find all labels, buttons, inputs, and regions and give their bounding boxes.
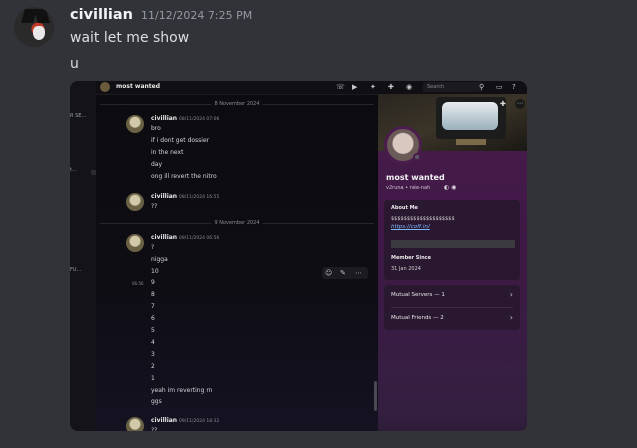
profile-icon: ◉ (406, 83, 413, 91)
channel-list-strip: R SE... t... FU... (70, 81, 96, 431)
about-text: $$$$$$$$$$$$$$$$$$$$ (391, 216, 455, 222)
chat-line: 8 (151, 291, 155, 298)
username[interactable]: civillian (70, 7, 133, 23)
mutual-friends-row: Mutual Friends — 2 › (384, 308, 520, 330)
channel-topbar: most wanted ☏ ▶ ✦ ✚ ◉ Search ⚲ ▭ ? (96, 81, 527, 95)
date-divider: 8 November 2024 (96, 99, 378, 109)
cat-ear-right (34, 9, 50, 23)
search-icon: ⚲ (479, 83, 485, 91)
chat-line: nigga (151, 256, 168, 263)
channel-label: R SE... (70, 113, 87, 119)
channel-label: FU... (70, 267, 82, 273)
about-card: About Me $$$$$$$$$$$$$$$$$$$$ https://co… (384, 200, 520, 280)
message-line: u (70, 56, 79, 72)
chat-line: 10 (151, 268, 159, 275)
chat-timestamp: 08/11/2024 07:06 (179, 117, 220, 122)
chat-line: yeah im reverting rn (151, 387, 213, 394)
dm-avatar (100, 82, 110, 92)
chat-line: ong ill revert the nitro (151, 173, 217, 180)
channel-label: t... (70, 167, 77, 173)
profile-badges: ◐ ◉ (444, 184, 457, 191)
more-icon: ⋯ (515, 99, 525, 109)
chat-timestamp: 08/11/2024 16:55 (179, 195, 220, 200)
chat-line: 5 (151, 327, 155, 334)
hover-timestamp: 06:56 (132, 281, 144, 286)
chat-username: civillian (151, 115, 178, 122)
message-line: wait let me show (70, 30, 190, 46)
mutual-friends-label: Mutual Friends — 2 (391, 315, 444, 321)
message-header: civillian 11/12/2024 7:25 PM (70, 7, 252, 23)
mutual-servers-label: Mutual Servers — 1 (391, 292, 445, 298)
profile-username: v2runa • née-nah (386, 185, 431, 191)
edit-icon: ✎ (340, 269, 346, 277)
pin-icon: ✦ (370, 83, 376, 91)
user-avatar[interactable] (14, 7, 54, 47)
chat-timestamp: 09/11/2024 18:32 (179, 419, 220, 424)
chat-area: 8 November 2024 civillian 08/11/2024 07:… (96, 81, 378, 431)
chat-line: ? (151, 244, 155, 251)
status-indicator (413, 153, 421, 161)
date-divider-label: 9 November 2024 (211, 218, 263, 228)
chat-line: 1 (151, 375, 155, 382)
chat-line: ?? (151, 203, 158, 210)
add-friend-icon: ✚ (500, 100, 506, 108)
image-attachment[interactable]: R SE... t... FU... 8 November 2024 civil… (70, 81, 527, 431)
about-heading: About Me (391, 205, 418, 211)
tv-banner-image (436, 97, 506, 145)
date-divider-label: 8 November 2024 (211, 99, 263, 109)
chat-username: civillian (151, 193, 178, 200)
chat-line: 7 (151, 303, 155, 310)
message-timestamp: 11/12/2024 7:25 PM (141, 9, 253, 22)
chat-avatar (126, 115, 144, 133)
mutuals-card: Mutual Servers — 1 › Mutual Friends — 2 … (384, 285, 520, 330)
chat-line: in the next (151, 149, 184, 156)
avatar-mask (33, 26, 45, 40)
chat-timestamp: 09/11/2024 06:56 (179, 236, 220, 241)
chat-avatar (126, 417, 144, 431)
chat-avatar (126, 234, 144, 252)
profile-bottom-fade (378, 411, 527, 431)
add-friend-icon: ✚ (388, 83, 394, 91)
chat-line: 6 (151, 315, 155, 322)
chat-line: 2 (151, 363, 155, 370)
voice-call-icon: ☏ (336, 83, 345, 91)
member-since-heading: Member Since (391, 255, 431, 261)
chat-line: ?? (151, 427, 158, 431)
date-divider: 9 November 2024 (96, 218, 378, 228)
chat-username: civillian (151, 234, 178, 241)
help-icon: ? (512, 83, 516, 91)
dm-title: most wanted (116, 83, 160, 90)
mutual-servers-row: Mutual Servers — 1 › (384, 285, 520, 308)
chat-avatar (126, 193, 144, 211)
chat-line: ggs (151, 398, 162, 405)
chat-line: 4 (151, 339, 155, 346)
message-hover-toolbar: ☺ ✎ ⋯ (322, 267, 368, 279)
reaction-icon: ☺ (325, 269, 333, 277)
chat-scrollbar (374, 381, 377, 411)
chevron-right-icon: › (509, 290, 513, 299)
about-link: https://coff.in/ (391, 224, 430, 230)
video-call-icon: ▶ (352, 83, 358, 91)
inbox-icon: ▭ (496, 83, 503, 91)
chat-line: 3 (151, 351, 155, 358)
chat-line: bro (151, 125, 161, 132)
profile-display-name: most wanted (386, 173, 445, 182)
chevron-right-icon: › (509, 313, 513, 322)
chat-username: civillian (151, 417, 178, 424)
chat-line: if i dont get dossier (151, 137, 210, 144)
chat-line: day (151, 161, 163, 168)
search-input: Search (423, 82, 483, 92)
chat-line: 9 (151, 279, 155, 286)
redacted-bar (391, 240, 515, 248)
member-since-value: 31 Jan 2024 (391, 266, 421, 272)
more-icon: ⋯ (355, 269, 362, 277)
profile-panel: ✚ ⋯ most wanted v2runa • née-nah ◐ ◉ Abo… (378, 94, 527, 431)
